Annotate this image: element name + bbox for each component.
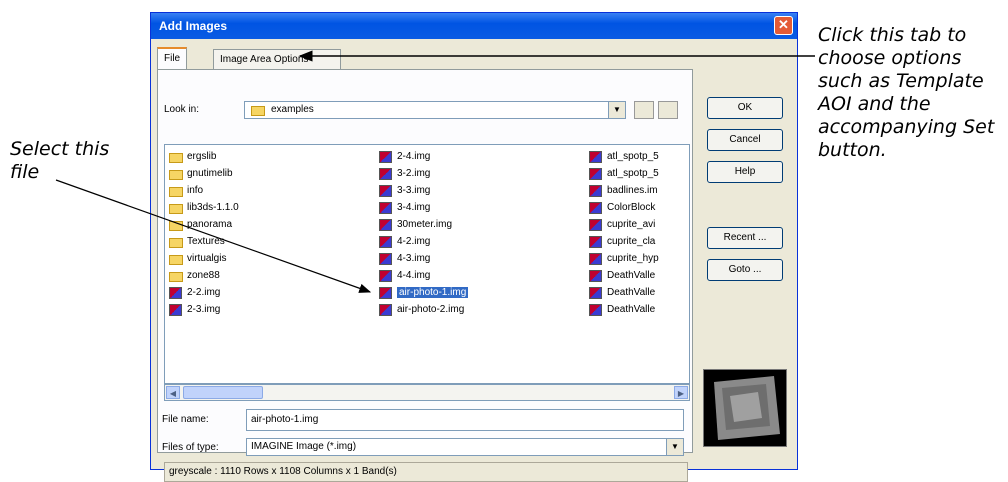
folder-item[interactable]: ergslib <box>167 149 367 165</box>
image-file-item[interactable]: DeathValle <box>587 302 689 318</box>
callout-tab-note: Click this tab to choose options such as… <box>818 24 995 161</box>
tab-file[interactable]: File <box>157 47 188 69</box>
callout-select-note: Select this file <box>10 138 110 183</box>
add-images-dialog: Add Images ✕ File Image Area Options Loo… <box>150 12 798 482</box>
selected-file-label: air-photo-1.img <box>397 287 469 298</box>
look-in-value: examples <box>271 104 314 115</box>
look-in-combo[interactable]: examples ▼ <box>244 101 626 119</box>
image-file-item[interactable]: 2-2.img <box>167 285 367 301</box>
folder-item[interactable]: Textures <box>167 234 367 250</box>
image-file-item[interactable]: 4-2.img <box>377 234 577 250</box>
image-file-item[interactable]: 30meter.img <box>377 217 577 233</box>
image-file-item[interactable]: atl_spotp_5 <box>587 149 689 165</box>
dialog-title: Add Images <box>159 19 228 33</box>
image-file-item[interactable]: ColorBlock <box>587 200 689 216</box>
image-file-item[interactable]: 2-4.img <box>377 149 577 165</box>
image-file-item[interactable]: DeathValle <box>587 285 689 301</box>
file-list[interactable]: ergslib gnutimelib info lib3ds-1.1.0 pan… <box>164 144 690 384</box>
folder-item[interactable]: virtualgis <box>167 251 367 267</box>
cancel-button[interactable]: Cancel <box>707 129 783 151</box>
file-tab-panel: Look in: examples ▼ ergslib gnutimelib i… <box>157 69 693 482</box>
scroll-left-icon[interactable]: ◀ <box>166 386 180 399</box>
scroll-right-icon[interactable]: ▶ <box>674 386 688 399</box>
image-file-item[interactable]: 2-3.img <box>167 302 367 318</box>
close-button[interactable]: ✕ <box>774 16 793 35</box>
image-file-item[interactable]: 3-4.img <box>377 200 577 216</box>
image-file-item[interactable]: 4-4.img <box>377 268 577 284</box>
file-name-label: File name: <box>162 414 209 425</box>
tab-image-area-options[interactable]: Image Area Options <box>213 49 341 69</box>
chevron-down-icon[interactable]: ▼ <box>608 102 625 118</box>
image-file-item[interactable]: atl_spotp_5 <box>587 166 689 182</box>
files-of-type-value: IMAGINE Image (*.img) <box>251 441 357 452</box>
image-file-item-selected[interactable]: air-photo-1.img <box>377 285 577 301</box>
image-file-item[interactable]: 3-3.img <box>377 183 577 199</box>
image-file-item[interactable]: air-photo-2.img <box>377 302 577 318</box>
up-folder-icon[interactable] <box>634 101 654 119</box>
folder-item[interactable]: zone88 <box>167 268 367 284</box>
title-bar: Add Images ✕ <box>151 13 797 39</box>
image-file-item[interactable]: cuprite_hyp <box>587 251 689 267</box>
folder-icon <box>251 106 265 116</box>
chevron-down-icon[interactable]: ▼ <box>666 439 683 455</box>
file-name-field[interactable]: air-photo-1.img <box>246 409 684 431</box>
folder-item[interactable]: panorama <box>167 217 367 233</box>
status-bar: greyscale : 1110 Rows x 1108 Columns x 1… <box>164 462 688 482</box>
image-file-item[interactable]: badlines.im <box>587 183 689 199</box>
folder-item[interactable]: gnutimelib <box>167 166 367 182</box>
image-file-item[interactable]: DeathValle <box>587 268 689 284</box>
new-folder-icon[interactable] <box>658 101 678 119</box>
ok-button[interactable]: OK <box>707 97 783 119</box>
files-of-type-label: Files of type: <box>162 442 219 453</box>
folder-item[interactable]: info <box>167 183 367 199</box>
folder-item[interactable]: lib3ds-1.1.0 <box>167 200 367 216</box>
goto-button[interactable]: Goto ... <box>707 259 783 281</box>
preview-image <box>704 370 786 446</box>
scroll-thumb[interactable] <box>183 386 263 399</box>
image-file-item[interactable]: 3-2.img <box>377 166 577 182</box>
image-file-item[interactable]: cuprite_cla <box>587 234 689 250</box>
image-preview-thumbnail <box>703 369 787 447</box>
look-in-label: Look in: <box>164 104 200 115</box>
files-of-type-select[interactable]: IMAGINE Image (*.img) ▼ <box>246 438 684 456</box>
recent-button[interactable]: Recent ... <box>707 227 783 249</box>
help-button[interactable]: Help <box>707 161 783 183</box>
image-file-item[interactable]: 4-3.img <box>377 251 577 267</box>
horizontal-scrollbar[interactable]: ◀ ▶ <box>164 384 690 401</box>
image-file-item[interactable]: cuprite_avi <box>587 217 689 233</box>
